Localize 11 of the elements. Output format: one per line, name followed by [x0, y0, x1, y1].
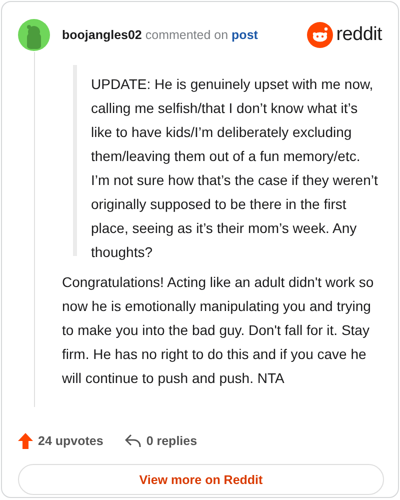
- upvote-count: 24 upvotes: [38, 434, 104, 448]
- brand-name: reddit: [336, 24, 382, 46]
- comment-text: Congratulations! Acting like an adult didn't work so now he is emotionally manipulating you and trying to make you into the bad guy. Don't fall for it. Stay firm. He has no right to do this and if you cave he will continue to push and push. NTA: [62, 273, 375, 388]
- view-more-button[interactable]: View more on Reddit: [18, 464, 384, 495]
- reddit-logo-icon: [307, 22, 334, 48]
- post-link[interactable]: post: [232, 28, 258, 42]
- comment-byline: boojangles02 commented on post: [62, 28, 258, 42]
- reply-icon[interactable]: [125, 434, 142, 448]
- avatar-icon: [18, 19, 50, 51]
- reply-count: 0 replies: [146, 434, 198, 448]
- upvote-icon[interactable]: [18, 433, 33, 449]
